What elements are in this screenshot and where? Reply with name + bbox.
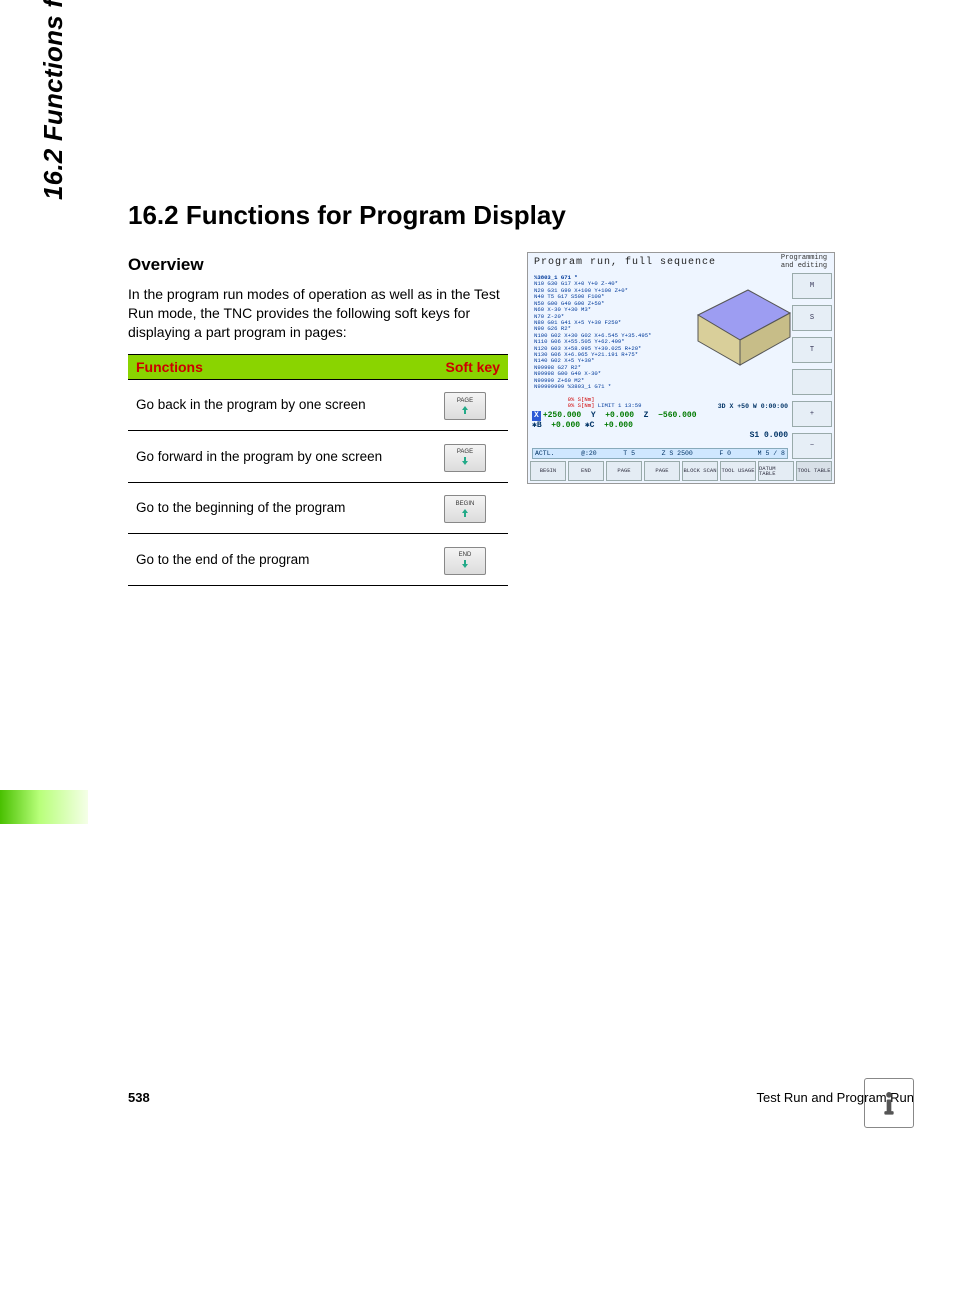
- softkey-row: BEGIN END PAGE PAGE BLOCK SCAN TOOL USAG…: [530, 461, 832, 481]
- sk-tool-usage[interactable]: TOOL USAGE: [720, 461, 756, 481]
- softkey-label: BEGIN: [456, 501, 475, 507]
- screen-corner-label: Programming and editing: [778, 255, 830, 270]
- softkey-begin[interactable]: BEGIN: [444, 495, 486, 523]
- col-header-functions: Functions: [128, 354, 422, 379]
- sidebar-section-title: 16.2 Functions for Program Display: [38, 0, 78, 200]
- functions-table: Functions Soft key Go back in the progra…: [128, 354, 508, 586]
- workpiece-3d-icon: [678, 275, 798, 385]
- rb-m[interactable]: M: [792, 273, 832, 299]
- screen-right-buttons: M S T + −: [792, 273, 832, 459]
- tnc-screen: Program run, full sequence Programming a…: [527, 252, 835, 484]
- sk-datum-table[interactable]: DATUM TABLE: [758, 461, 794, 481]
- rb-minus[interactable]: −: [792, 433, 832, 459]
- info-icon: [864, 1078, 914, 1128]
- softkey-label: END: [459, 552, 472, 558]
- softkey-page-up[interactable]: PAGE: [444, 392, 486, 420]
- position-readout: 3D X +50 W 0:00:00 X+250.000 Y +0.000 Z …: [532, 403, 788, 441]
- rb-plus[interactable]: +: [792, 401, 832, 427]
- screen-mode-title: Program run, full sequence: [534, 257, 716, 268]
- sk-page-up[interactable]: PAGE: [606, 461, 642, 481]
- rb-blank[interactable]: [792, 369, 832, 395]
- func-desc: Go to the beginning of the program: [128, 482, 422, 534]
- arrow-down-icon: [460, 559, 470, 569]
- table-row: Go to the beginning of the program BEGIN: [128, 482, 508, 534]
- sk-block-scan[interactable]: BLOCK SCAN: [682, 461, 718, 481]
- sk-page-dn[interactable]: PAGE: [644, 461, 680, 481]
- sk-end[interactable]: END: [568, 461, 604, 481]
- softkey-label: PAGE: [457, 449, 473, 455]
- status-bar: ACTL. @:20 T 5 Z S 2500 F 0 M 5 / 8: [532, 448, 788, 459]
- arrow-up-icon: [460, 405, 470, 415]
- table-row: Go to the end of the program END: [128, 534, 508, 586]
- rb-s[interactable]: S: [792, 305, 832, 331]
- softkey-label: PAGE: [457, 398, 473, 404]
- table-row: Go forward in the program by one screen …: [128, 431, 508, 483]
- page-number: 538: [128, 1090, 150, 1105]
- intro-paragraph: In the program run modes of operation as…: [128, 285, 523, 342]
- program-listing: %3803_1 G71 * N10 G30 G17 X+0 Y+0 Z-40* …: [534, 275, 652, 410]
- sk-tool-table[interactable]: TOOL TABLE: [796, 461, 832, 481]
- arrow-down-icon: [460, 456, 470, 466]
- func-desc: Go forward in the program by one screen: [128, 431, 422, 483]
- sk-begin[interactable]: BEGIN: [530, 461, 566, 481]
- softkey-end[interactable]: END: [444, 547, 486, 575]
- sidebar-accent-bar: [0, 790, 88, 824]
- rb-t[interactable]: T: [792, 337, 832, 363]
- func-desc: Go to the end of the program: [128, 534, 422, 586]
- func-desc: Go back in the program by one screen: [128, 379, 422, 431]
- softkey-page-down[interactable]: PAGE: [444, 444, 486, 472]
- page-title: 16.2 Functions for Program Display: [128, 200, 914, 231]
- arrow-up-icon: [460, 508, 470, 518]
- table-row: Go back in the program by one screen PAG…: [128, 379, 508, 431]
- col-header-softkey: Soft key: [422, 354, 508, 379]
